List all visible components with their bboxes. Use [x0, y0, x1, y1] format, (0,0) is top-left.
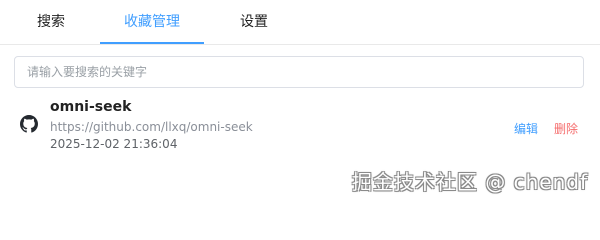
active-tab-indicator: [100, 42, 204, 44]
tab-bookmarks[interactable]: 收藏管理: [124, 11, 180, 31]
tab-search[interactable]: 搜索: [37, 11, 65, 31]
watermark: 掘金技术社区 @ chendf: [351, 170, 588, 194]
search-input[interactable]: [14, 56, 584, 88]
github-icon: [20, 115, 38, 133]
bookmark-created-time: 2025-12-02 21:36:04: [50, 137, 178, 151]
bookmark-url: https://github.com/llxq/omni-seek: [50, 120, 253, 134]
tab-bar: 搜索 收藏管理 设置: [0, 0, 600, 45]
delete-button[interactable]: 删除: [554, 120, 578, 137]
tab-settings[interactable]: 设置: [240, 11, 268, 31]
list-item: omni-seek https://github.com/llxq/omni-s…: [14, 96, 586, 156]
bookmark-title: omni-seek: [50, 99, 132, 115]
app: 搜索 收藏管理 设置 omni-seek https://github.com/…: [0, 0, 600, 200]
edit-button[interactable]: 编辑: [514, 120, 538, 137]
